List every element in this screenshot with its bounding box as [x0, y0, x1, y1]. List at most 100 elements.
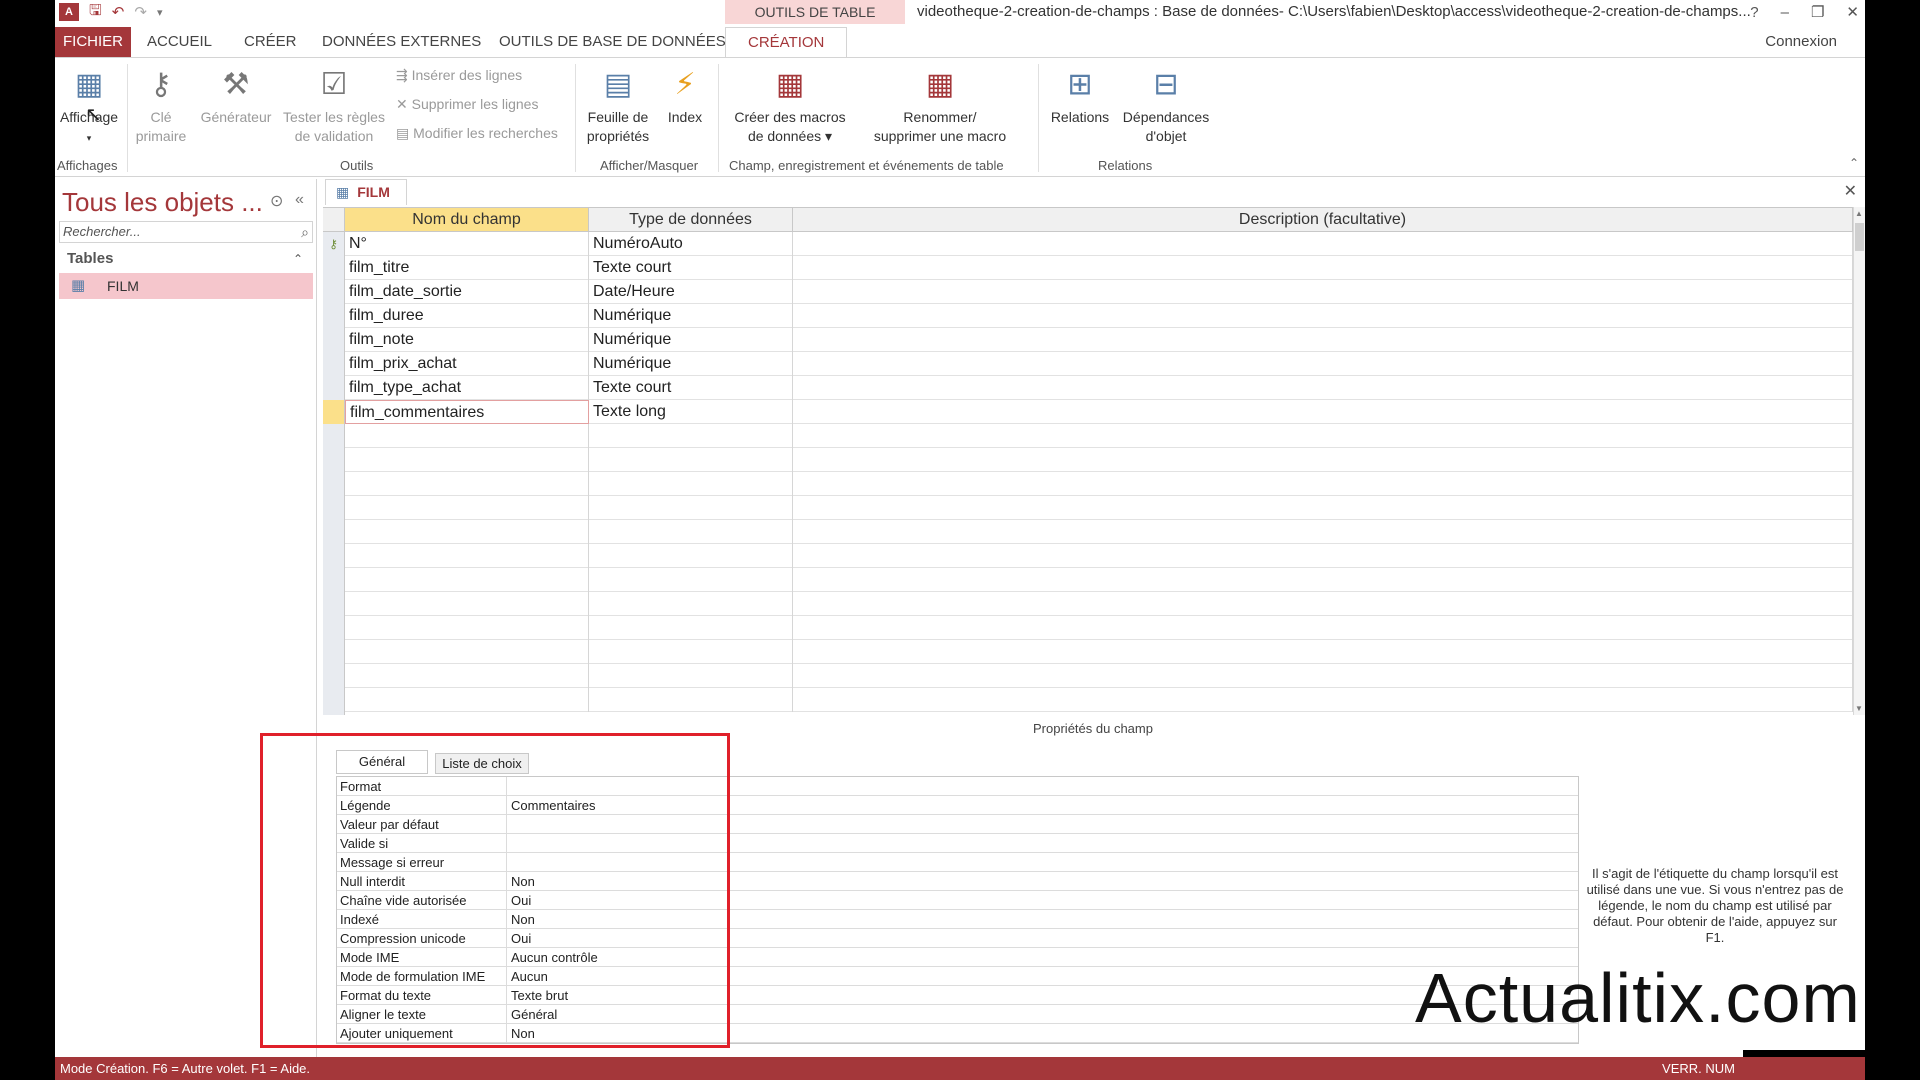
description-cell[interactable]: [793, 688, 1853, 712]
data-type-cell[interactable]: Numérique: [589, 352, 793, 376]
tab-general[interactable]: Général: [336, 750, 428, 774]
property-value[interactable]: [508, 815, 1578, 834]
field-name-cell[interactable]: [345, 520, 589, 544]
close-document-icon[interactable]: ✕: [1844, 181, 1857, 201]
data-type-cell[interactable]: Date/Heure: [589, 280, 793, 304]
tab-home[interactable]: ACCUEIL: [147, 27, 212, 57]
row-selector[interactable]: [323, 472, 345, 496]
table-row[interactable]: [323, 448, 1853, 472]
header-description[interactable]: Description (facultative): [793, 208, 1853, 232]
description-cell[interactable]: [793, 304, 1853, 328]
close-button[interactable]: ✕: [1846, 3, 1859, 21]
table-row[interactable]: [323, 472, 1853, 496]
description-cell[interactable]: [793, 520, 1853, 544]
grid-corner[interactable]: [323, 208, 345, 232]
table-row[interactable]: [323, 520, 1853, 544]
property-value[interactable]: [508, 834, 1578, 853]
field-name-cell[interactable]: [345, 664, 589, 688]
data-type-cell[interactable]: [589, 640, 793, 664]
table-row[interactable]: [323, 640, 1853, 664]
property-value[interactable]: [508, 853, 1578, 872]
tab-database-tools[interactable]: OUTILS DE BASE DE DONNÉES: [499, 27, 726, 57]
data-type-cell[interactable]: [589, 568, 793, 592]
row-selector[interactable]: [323, 280, 345, 304]
table-row[interactable]: film_duree Numérique: [323, 304, 1853, 328]
field-name-cell[interactable]: [345, 496, 589, 520]
builder-button[interactable]: ⚒ Générateur: [198, 66, 274, 127]
data-type-cell[interactable]: [589, 616, 793, 640]
table-row[interactable]: film_commentaires Texte long: [323, 400, 1853, 424]
row-selector[interactable]: [323, 400, 345, 424]
description-cell[interactable]: [793, 232, 1853, 256]
header-field-name[interactable]: Nom du champ: [345, 208, 589, 232]
field-name-cell[interactable]: film_type_achat: [345, 376, 589, 400]
create-data-macros-button[interactable]: ▦ Créer des macros de données ▾: [725, 66, 855, 146]
row-selector[interactable]: [323, 496, 345, 520]
field-name-cell[interactable]: [345, 448, 589, 472]
collapse-pane-icon[interactable]: «: [295, 191, 304, 209]
data-type-cell[interactable]: [589, 424, 793, 448]
table-row[interactable]: [323, 688, 1853, 712]
field-name-cell[interactable]: film_titre: [345, 256, 589, 280]
field-name-cell[interactable]: [345, 640, 589, 664]
property-value[interactable]: Commentaires: [508, 796, 1578, 815]
field-name-cell[interactable]: [345, 544, 589, 568]
row-selector[interactable]: ⚷: [323, 232, 345, 256]
field-name-cell[interactable]: [345, 424, 589, 448]
field-name-cell[interactable]: film_duree: [345, 304, 589, 328]
description-cell[interactable]: [793, 352, 1853, 376]
property-value[interactable]: Non: [508, 910, 1578, 929]
header-data-type[interactable]: Type de données: [589, 208, 793, 232]
scroll-down-icon[interactable]: ▼: [1855, 704, 1863, 713]
tab-create[interactable]: CRÉER: [244, 27, 297, 57]
property-value[interactable]: Non: [508, 872, 1578, 891]
data-type-cell[interactable]: [589, 448, 793, 472]
table-row[interactable]: film_type_achat Texte court: [323, 376, 1853, 400]
row-selector[interactable]: [323, 616, 345, 640]
data-type-cell[interactable]: Numérique: [589, 328, 793, 352]
nav-group-tables[interactable]: Tables ⌃: [59, 247, 313, 271]
row-selector[interactable]: [323, 592, 345, 616]
property-value[interactable]: Oui: [508, 929, 1578, 948]
table-row[interactable]: [323, 496, 1853, 520]
field-name-cell[interactable]: [345, 472, 589, 496]
table-row[interactable]: [323, 664, 1853, 688]
field-name-cell[interactable]: film_note: [345, 328, 589, 352]
data-type-cell[interactable]: [589, 688, 793, 712]
minimize-button[interactable]: –: [1781, 4, 1789, 21]
property-value[interactable]: Oui: [508, 891, 1578, 910]
undo-icon[interactable]: ↶: [112, 3, 125, 21]
field-name-cell[interactable]: film_date_sortie: [345, 280, 589, 304]
sign-in-link[interactable]: Connexion: [1765, 27, 1837, 57]
row-selector[interactable]: [323, 256, 345, 280]
table-row[interactable]: [323, 592, 1853, 616]
tab-design[interactable]: CRÉATION: [725, 27, 848, 57]
collapse-group-icon[interactable]: ⌃: [293, 247, 303, 271]
description-cell[interactable]: [793, 256, 1853, 280]
table-row[interactable]: [323, 616, 1853, 640]
modify-lookups-button[interactable]: ▤ Modifier les recherches: [396, 125, 558, 142]
row-selector[interactable]: [323, 328, 345, 352]
data-type-cell[interactable]: [589, 520, 793, 544]
nav-search-input[interactable]: Rechercher... ⌕: [59, 221, 313, 243]
field-name-cell[interactable]: [345, 688, 589, 712]
description-cell[interactable]: [793, 568, 1853, 592]
description-cell[interactable]: [793, 448, 1853, 472]
tab-file[interactable]: FICHIER: [55, 27, 131, 57]
field-name-cell[interactable]: film_commentaires: [345, 400, 589, 424]
table-row[interactable]: film_date_sortie Date/Heure: [323, 280, 1853, 304]
description-cell[interactable]: [793, 616, 1853, 640]
delete-rows-button[interactable]: ✕ Supprimer les lignes: [396, 96, 538, 113]
save-icon[interactable]: 🖫: [89, 0, 102, 25]
table-row[interactable]: [323, 544, 1853, 568]
data-type-cell[interactable]: Texte court: [589, 256, 793, 280]
table-row[interactable]: ⚷ N° NuméroAuto: [323, 232, 1853, 256]
field-name-cell[interactable]: film_prix_achat: [345, 352, 589, 376]
data-type-cell[interactable]: Numérique: [589, 304, 793, 328]
object-dependencies-button[interactable]: ⊟ Dépendances d'objet: [1118, 66, 1214, 146]
grid-scrollbar[interactable]: ▲ ▼: [1853, 207, 1865, 715]
description-cell[interactable]: [793, 424, 1853, 448]
primary-key-button[interactable]: ⚷ Clé primaire: [131, 66, 191, 146]
table-row[interactable]: [323, 568, 1853, 592]
data-type-cell[interactable]: [589, 496, 793, 520]
